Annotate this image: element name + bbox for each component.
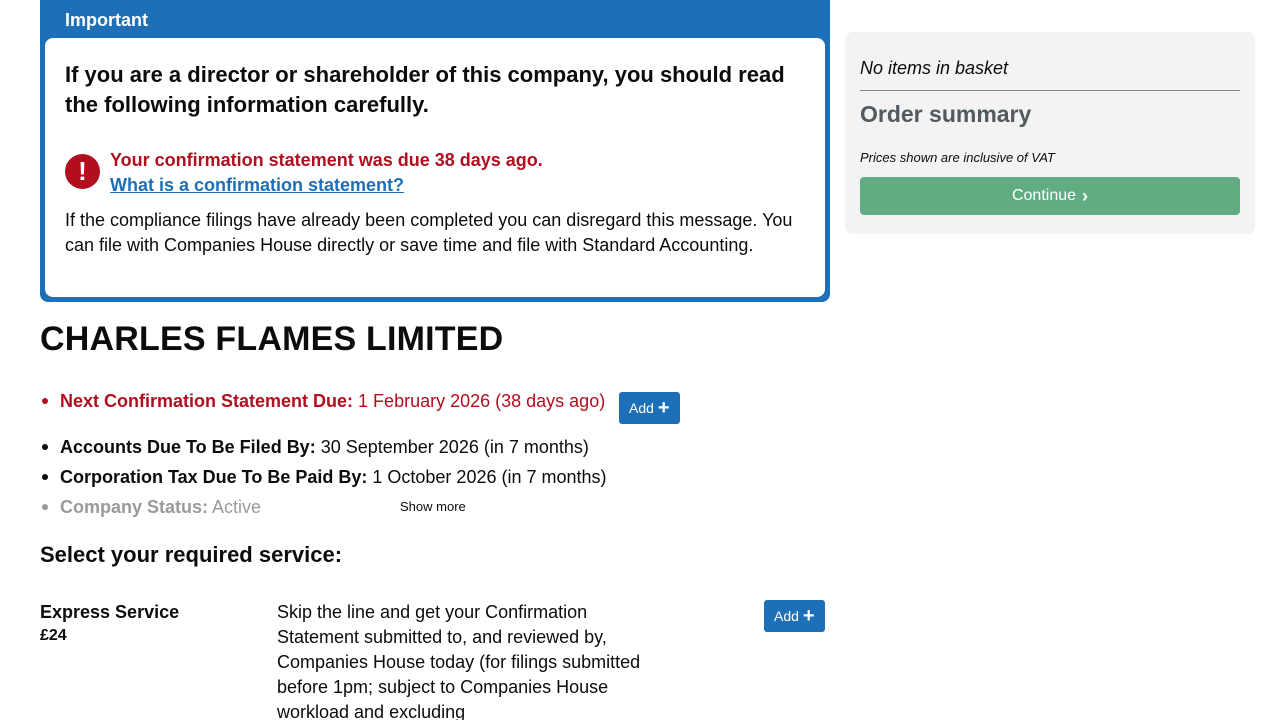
detail-value: Active [212, 497, 262, 517]
detail-label: Next Confirmation Statement Due: [60, 391, 354, 411]
vat-note: Prices shown are inclusive of VAT [860, 150, 1055, 165]
select-service-title: Select your required service: [40, 542, 343, 567]
add-label: Add [774, 608, 799, 624]
detail-confirmation-due: Next Confirmation Statement Due: 1 Febru… [40, 386, 830, 416]
order-summary-title: Order summary [860, 101, 1032, 127]
notice-header: Important [65, 10, 148, 30]
due-message: Your confirmation statement was due 38 d… [110, 150, 543, 170]
detail-value: 30 September 2026 (in 7 months) [320, 437, 589, 457]
service-description: Skip the line and get your Confirmation … [277, 602, 641, 720]
service-name: Express Service [40, 602, 180, 622]
detail-label: Accounts Due To Be Filed By: [60, 437, 316, 457]
warning-row: ! Your confirmation statement was due 38… [65, 148, 805, 198]
detail-corp-tax-due: Corporation Tax Due To Be Paid By: 1 Oct… [40, 462, 830, 492]
add-express-service-button[interactable]: Add + [764, 600, 825, 632]
important-notice: Important If you are a director or share… [40, 0, 830, 302]
notice-paragraph: If the compliance filings have already b… [65, 210, 793, 255]
basket-empty-message: No items in basket [860, 32, 1240, 91]
warning-text: Your confirmation statement was due 38 d… [110, 148, 543, 198]
add-label: Add [629, 400, 654, 416]
chevron-right-icon: › [1082, 185, 1089, 206]
continue-label: Continue [1011, 187, 1077, 204]
confirmation-statement-link[interactable]: What is a confirmation statement? [110, 172, 543, 198]
detail-label: Corporation Tax Due To Be Paid By: [60, 467, 368, 487]
show-more-button[interactable]: Show more [400, 499, 466, 514]
detail-value: 1 February 2026 (38 days ago) [358, 391, 606, 411]
notice-body: If you are a director or shareholder of … [45, 38, 825, 297]
plus-icon: + [657, 397, 670, 419]
continue-button[interactable]: Continue › [860, 177, 1240, 215]
service-price: £24 [40, 627, 67, 644]
detail-accounts-due: Accounts Due To Be Filed By: 30 Septembe… [40, 432, 830, 462]
detail-value: 1 October 2026 (in 7 months) [372, 467, 607, 487]
plus-icon: + [802, 605, 815, 627]
notice-heading: If you are a director or shareholder of … [65, 62, 785, 117]
company-name: CHARLES FLAMES LIMITED [40, 320, 504, 358]
detail-label: Company Status: [60, 497, 209, 517]
warning-icon: ! [65, 154, 100, 189]
add-confirmation-button[interactable]: Add + [619, 392, 680, 424]
basket-panel: No items in basket Order summary Prices … [845, 32, 1255, 234]
